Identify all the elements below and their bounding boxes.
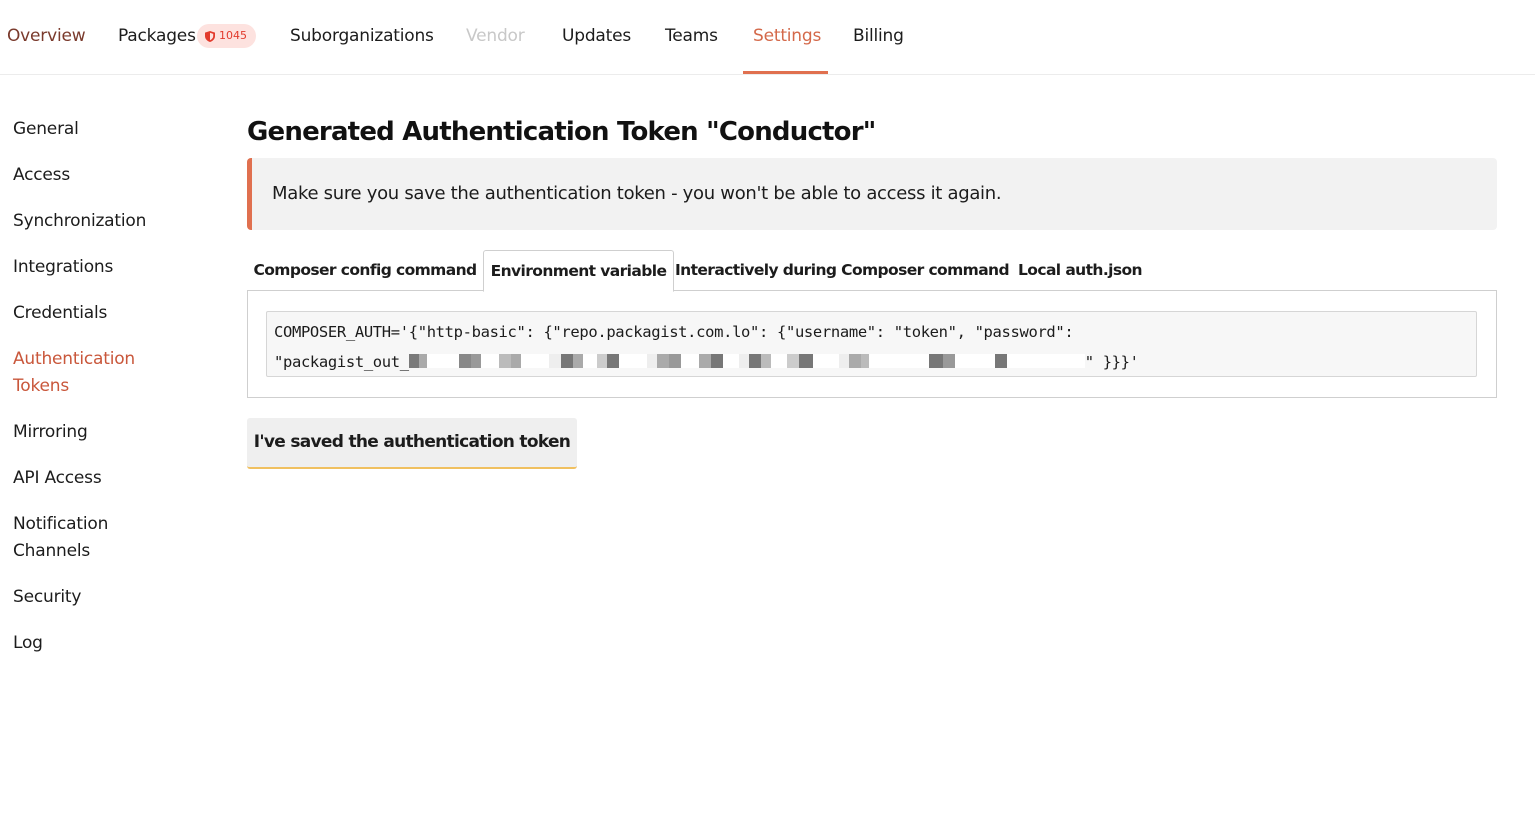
- nav-overview[interactable]: Overview: [7, 24, 86, 48]
- nav-suborganizations[interactable]: Suborganizations: [290, 24, 434, 48]
- redaction-block: [838, 354, 849, 368]
- code-line-2: "packagist_out_ " }}}': [274, 347, 1469, 377]
- nav-teams[interactable]: Teams: [665, 24, 718, 48]
- sidebar-item-synchronization[interactable]: Synchronization: [13, 208, 188, 235]
- sidebar-item-log[interactable]: Log: [13, 630, 188, 657]
- redaction-block: [848, 354, 861, 368]
- redaction-block: [798, 354, 813, 368]
- redaction-block: [606, 354, 619, 368]
- token-prefix: "packagist_out_: [274, 353, 409, 371]
- redaction-block: [458, 354, 471, 368]
- sidebar-item-security[interactable]: Security: [13, 584, 188, 611]
- shield-icon: [205, 30, 215, 42]
- redaction-block: [408, 354, 419, 368]
- badge-count: 1045: [219, 29, 247, 42]
- redaction-block: [710, 354, 723, 368]
- usage-tabs: Composer config command Environment vari…: [247, 250, 1497, 292]
- redaction-block: [786, 354, 799, 368]
- redaction-block: [656, 354, 669, 368]
- redaction-block: [596, 354, 607, 368]
- security-advisories-badge[interactable]: 1045: [197, 24, 256, 48]
- redaction-block: [470, 354, 481, 368]
- tab-local-auth-json[interactable]: Local auth.json: [1010, 250, 1150, 291]
- redaction-block: [994, 354, 1007, 368]
- sidebar-item-api-access[interactable]: API Access: [13, 465, 188, 492]
- nav-packages[interactable]: Packages: [118, 24, 196, 48]
- redaction-block: [510, 354, 521, 368]
- nav-updates[interactable]: Updates: [562, 24, 631, 48]
- tab-interactively-during-composer-command[interactable]: Interactively during Composer command: [674, 250, 1010, 291]
- nav-billing[interactable]: Billing: [853, 24, 904, 48]
- token-suffix: " }}}': [1084, 353, 1139, 371]
- sidebar-item-notification-channels[interactable]: Notification Channels: [13, 511, 133, 565]
- redaction-block: [860, 354, 869, 368]
- tab-panel-environment-variable: COMPOSER_AUTH='{"http-basic": {"repo.pac…: [247, 290, 1497, 398]
- redaction-block: [928, 354, 943, 368]
- nav-settings[interactable]: Settings: [753, 24, 821, 48]
- active-tab-indicator: [743, 71, 828, 74]
- redaction-block: [698, 354, 711, 368]
- redaction-block: [646, 354, 657, 368]
- redaction-block: [668, 354, 681, 368]
- nav-vendor: Vendor: [466, 26, 525, 46]
- top-navigation: Overview Packages 1045 Suborganizations …: [0, 0, 1535, 75]
- redaction-block: [548, 354, 561, 368]
- redaction-block: [572, 354, 583, 368]
- code-line-1: COMPOSER_AUTH='{"http-basic": {"repo.pac…: [274, 323, 1074, 341]
- redaction-block: [418, 354, 427, 368]
- redaction-block: [738, 354, 749, 368]
- page-title: Generated Authentication Token "Conducto…: [247, 117, 876, 147]
- sidebar-item-credentials[interactable]: Credentials: [13, 300, 188, 327]
- sidebar-item-integrations[interactable]: Integrations: [13, 254, 188, 281]
- token-code-block[interactable]: COMPOSER_AUTH='{"http-basic": {"repo.pac…: [266, 311, 1477, 377]
- redaction-block: [760, 354, 771, 368]
- redacted-token: [408, 354, 1085, 368]
- redaction-block: [942, 354, 955, 368]
- sidebar-item-general[interactable]: General: [13, 116, 188, 143]
- redaction-block: [498, 354, 511, 368]
- redaction-block: [748, 354, 761, 368]
- warning-alert: Make sure you save the authentication to…: [247, 158, 1497, 230]
- tab-composer-config-command[interactable]: Composer config command: [247, 250, 483, 291]
- tab-environment-variable[interactable]: Environment variable: [483, 250, 674, 292]
- sidebar-item-authentication-tokens[interactable]: Authentication Tokens: [13, 346, 143, 400]
- saved-token-button[interactable]: I've saved the authentication token: [247, 418, 577, 469]
- redaction-block: [560, 354, 573, 368]
- sidebar-item-access[interactable]: Access: [13, 162, 188, 189]
- sidebar-item-mirroring[interactable]: Mirroring: [13, 419, 188, 446]
- alert-message: Make sure you save the authentication to…: [272, 183, 1002, 204]
